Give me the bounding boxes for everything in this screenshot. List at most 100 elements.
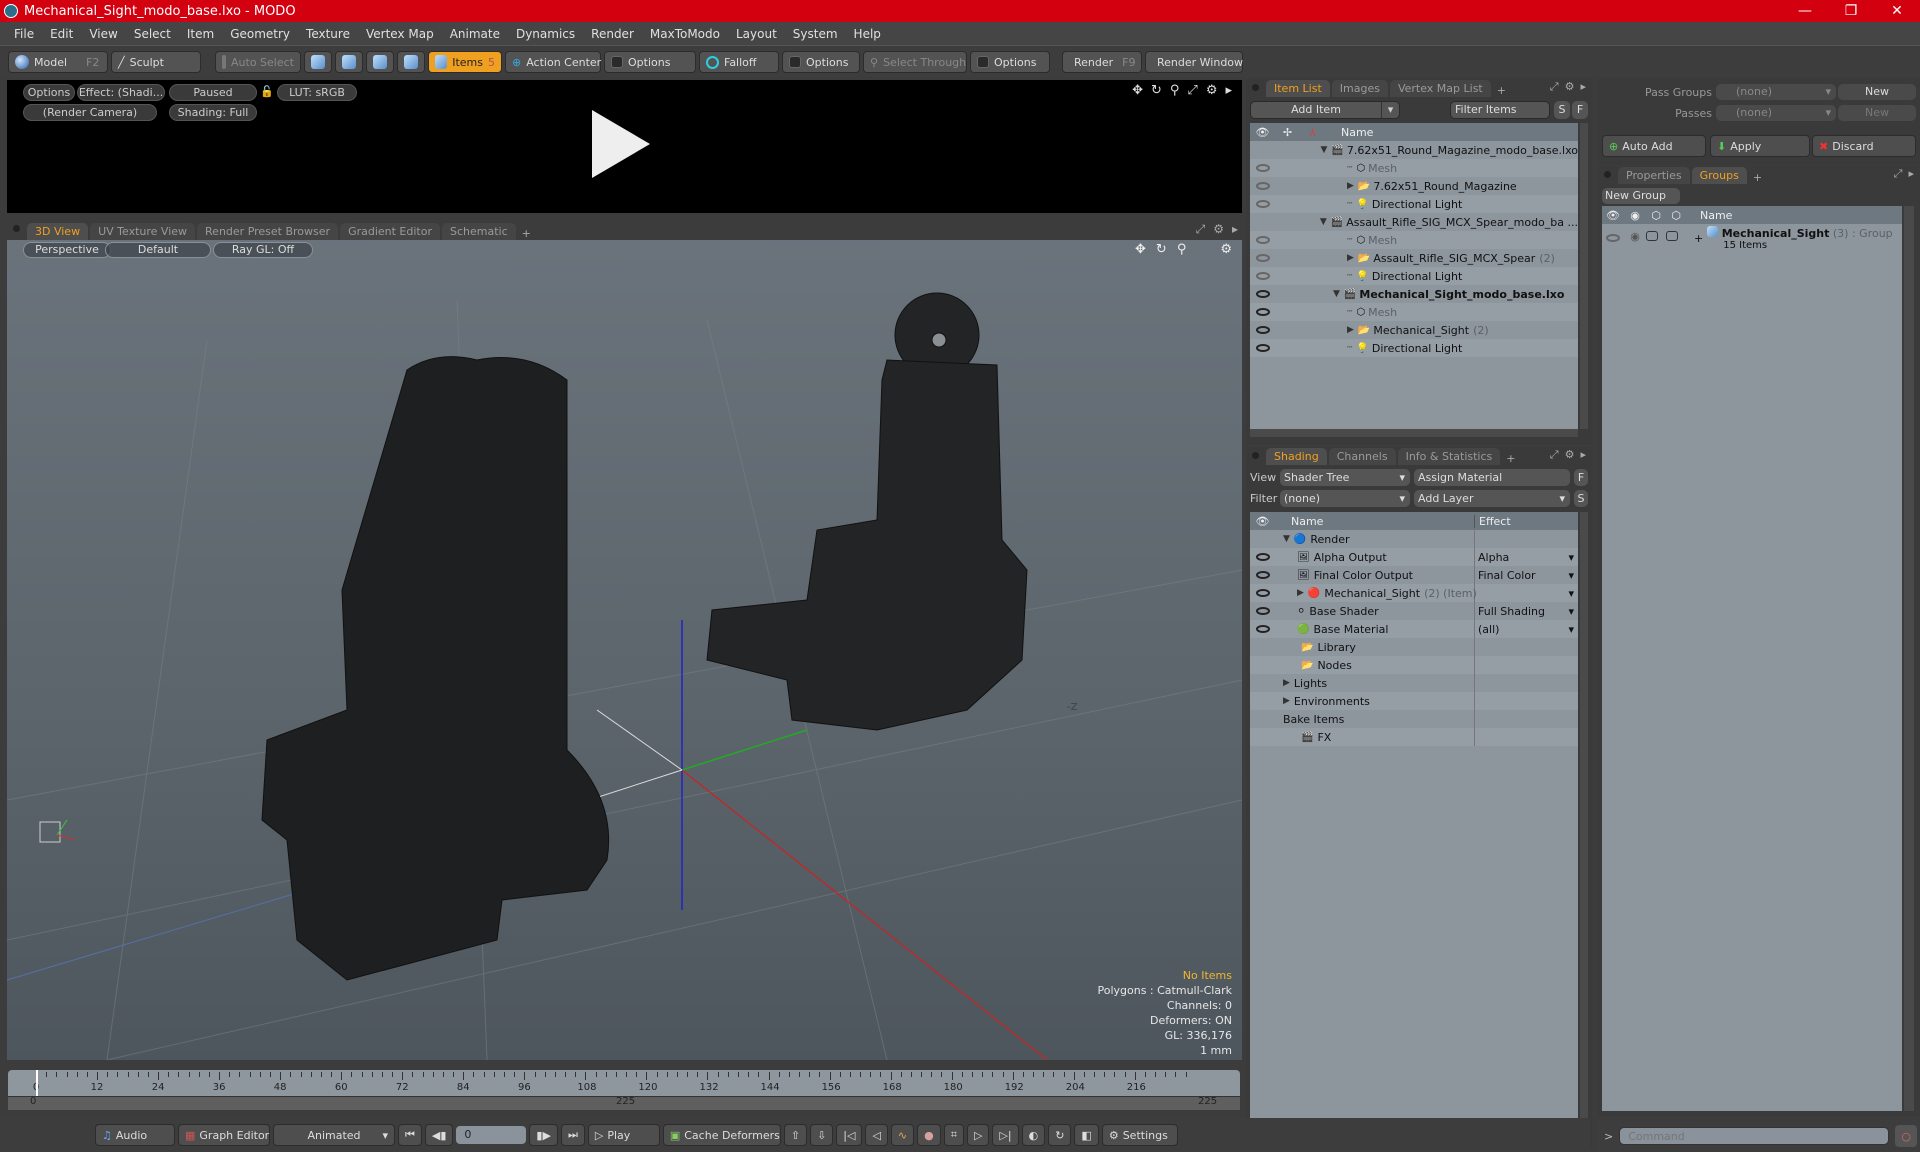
effect-dropdown-icon[interactable]: ▾ bbox=[1568, 551, 1574, 564]
visibility-eye-icon[interactable] bbox=[1606, 234, 1620, 242]
current-frame-marker[interactable] bbox=[36, 1070, 38, 1096]
shader-row[interactable]: ▼ 🔵 Render bbox=[1250, 530, 1578, 548]
menu-item[interactable]: Item bbox=[187, 27, 214, 41]
expand-arrow-icon[interactable]: ▼ bbox=[1333, 289, 1340, 299]
visibility-eye-icon[interactable] bbox=[1255, 181, 1270, 190]
lock-icon[interactable]: 🔓 bbox=[260, 85, 274, 98]
tab-info-statistics[interactable]: Info & Statistics bbox=[1397, 448, 1501, 465]
settings-button[interactable]: ⚙ Settings bbox=[1101, 1124, 1178, 1146]
effect-dropdown-icon[interactable]: ▾ bbox=[1568, 623, 1574, 636]
visibility-eye-icon[interactable] bbox=[1255, 235, 1270, 244]
zoom-icon[interactable]: ⚲ bbox=[1170, 83, 1180, 98]
loop-button[interactable]: ↻ bbox=[1048, 1124, 1072, 1146]
play-button[interactable]: ▷ Play bbox=[587, 1124, 660, 1146]
expand-arrow-icon[interactable]: ▶ bbox=[1283, 696, 1290, 706]
shader-row[interactable]: 🖼 Alpha Output Alpha ▾ bbox=[1250, 548, 1578, 566]
visibility-eye-icon[interactable] bbox=[1255, 289, 1270, 298]
close-button[interactable]: ✕ bbox=[1874, 0, 1920, 22]
filter-f-button[interactable]: F bbox=[1572, 101, 1588, 119]
item-row[interactable]: ▶ 📂 7.62x51_Round_Magazine bbox=[1250, 177, 1578, 195]
item-row[interactable]: ▼ 🎬 7.62x51_Round_Magazine_modo_base.lxo bbox=[1250, 141, 1578, 159]
lock-toggle[interactable] bbox=[1646, 231, 1658, 241]
expand-arrow-icon[interactable]: ▶ bbox=[1283, 678, 1290, 688]
expand-arrow-icon[interactable]: ▶ bbox=[1347, 181, 1354, 191]
maximize-icon[interactable]: ⤢ bbox=[1187, 83, 1197, 98]
effect-dropdown-icon[interactable]: ▾ bbox=[1568, 605, 1574, 618]
maximize-icon[interactable]: ⤢ bbox=[1196, 222, 1206, 237]
select-toggle[interactable] bbox=[1666, 231, 1678, 241]
tab-gradient-editor[interactable]: Gradient Editor bbox=[340, 223, 440, 240]
menu-file[interactable]: File bbox=[14, 27, 34, 41]
shading-dropdown[interactable]: Shading: Full bbox=[169, 104, 257, 121]
tab-item-list[interactable]: Item List bbox=[1266, 80, 1330, 97]
shader-row[interactable]: ⚪ Base Shader Full Shading ▾ bbox=[1250, 602, 1578, 620]
visibility-eye-icon[interactable] bbox=[1255, 570, 1270, 579]
shader-row[interactable]: ▶ 🔴 Mechanical_Sight (2) (Item) ▾ bbox=[1250, 584, 1578, 602]
menu-help[interactable]: Help bbox=[854, 27, 881, 41]
menu-view[interactable]: View bbox=[89, 27, 117, 41]
auto-key-button[interactable]: ∿ bbox=[890, 1124, 915, 1146]
menu-edit[interactable]: Edit bbox=[50, 27, 73, 41]
menu-geometry[interactable]: Geometry bbox=[230, 27, 290, 41]
item-row[interactable]: ┄ 💡 Directional Light bbox=[1250, 339, 1578, 357]
menu-texture[interactable]: Texture bbox=[306, 27, 350, 41]
preview-effect-dropdown[interactable]: Effect: (Shadi... bbox=[77, 84, 165, 101]
minimize-button[interactable]: — bbox=[1782, 0, 1828, 22]
arrow-right-icon[interactable]: ▸ bbox=[1232, 222, 1238, 237]
rotate-icon[interactable]: ↻ bbox=[1151, 83, 1162, 98]
command-record-icon[interactable]: ○ bbox=[1895, 1125, 1918, 1147]
new-pass-button[interactable]: New bbox=[1838, 105, 1916, 121]
falloff-button[interactable]: Falloff bbox=[699, 51, 779, 73]
key-options-button[interactable]: ⌗ bbox=[943, 1124, 964, 1146]
item-row[interactable]: ┄ ⬡ Mesh bbox=[1250, 303, 1578, 321]
materials-mode-button[interactable] bbox=[397, 51, 425, 73]
pan-icon[interactable]: ✥ bbox=[1132, 83, 1143, 98]
record-button[interactable]: ● bbox=[917, 1124, 941, 1146]
visibility-eye-icon[interactable] bbox=[1255, 588, 1270, 597]
add-item-dropdown[interactable]: Add Item ▾ bbox=[1250, 101, 1400, 119]
command-input[interactable] bbox=[1619, 1127, 1890, 1145]
apply-button[interactable]: ⬇ Apply bbox=[1710, 135, 1810, 157]
visibility-eye-icon[interactable] bbox=[1255, 343, 1270, 352]
prev-frame-button[interactable]: ◁ bbox=[865, 1124, 888, 1146]
gear-icon[interactable]: ⚙ bbox=[1213, 222, 1224, 237]
tab-uv-texture-view[interactable]: UV Texture View bbox=[90, 223, 196, 240]
expand-arrow-icon[interactable]: ▶ bbox=[1297, 588, 1304, 598]
prev-key-button[interactable]: ◀▮ bbox=[424, 1124, 454, 1146]
item-row[interactable]: ┄ 💡 Directional Light bbox=[1250, 195, 1578, 213]
go-start-button[interactable]: ⏮ bbox=[398, 1124, 422, 1146]
expand-arrow-icon[interactable]: ▼ bbox=[1283, 534, 1290, 544]
select-through-options-button[interactable]: Options bbox=[970, 51, 1050, 73]
shader-tree-scrollbar[interactable] bbox=[1580, 512, 1588, 1142]
add-tab-button[interactable]: + bbox=[518, 227, 535, 240]
expand-arrow-icon[interactable]: ▶ bbox=[1347, 325, 1354, 335]
groups-scrollbar[interactable] bbox=[1904, 206, 1914, 1111]
lut-dropdown[interactable]: LUT: sRGB bbox=[277, 84, 357, 101]
timeline[interactable]: 0 12 24 36 48 60 72 84 96 108 120 132 144 156 168 180 19… bbox=[8, 1070, 1240, 1110]
cache-button[interactable]: ◐ bbox=[1021, 1124, 1046, 1146]
maximize-button[interactable]: ❐ bbox=[1828, 0, 1874, 22]
play-icon[interactable] bbox=[592, 110, 650, 178]
shading-s-button[interactable]: S bbox=[1574, 490, 1588, 507]
gear-icon[interactable]: ⚙ bbox=[1206, 83, 1218, 98]
view-dropdown[interactable]: Shader Tree ▾ bbox=[1280, 469, 1410, 486]
render-window-button[interactable]: Render Window bbox=[1145, 51, 1243, 73]
arrow-right-icon[interactable]: ▸ bbox=[1580, 448, 1586, 462]
assign-material-input[interactable]: Assign Material bbox=[1414, 469, 1570, 486]
passes-dropdown[interactable]: (none) ▾ bbox=[1716, 105, 1836, 121]
action-center-options-button[interactable]: Options bbox=[604, 51, 696, 73]
item-row[interactable]: ▶ 📂 Assault_Rifle_SIG_MCX_Spear (2) bbox=[1250, 249, 1578, 267]
effect-dropdown-icon[interactable]: ▾ bbox=[1568, 569, 1574, 582]
add-tab-button[interactable]: + bbox=[1493, 84, 1510, 97]
action-center-button[interactable]: ⊕ Action Center bbox=[505, 51, 601, 73]
menu-animate[interactable]: Animate bbox=[450, 27, 500, 41]
menu-render[interactable]: Render bbox=[591, 27, 634, 41]
last-key-button[interactable]: ▷| bbox=[992, 1124, 1019, 1146]
group-row[interactable]: ◉ + Mechanical_Sight (3) : Group 15 Item… bbox=[1602, 224, 1902, 254]
next-frame-button[interactable]: ▷ bbox=[966, 1124, 990, 1146]
cache-deformers-button[interactable]: ▣ Cache Deformers bbox=[662, 1124, 781, 1146]
vertices-mode-button[interactable] bbox=[304, 51, 332, 73]
expand-arrow-icon[interactable]: ▶ bbox=[1347, 253, 1354, 263]
discard-button[interactable]: ✖ Discard bbox=[1812, 135, 1916, 157]
select-through-button[interactable]: ⚲ Select Through bbox=[863, 51, 967, 73]
